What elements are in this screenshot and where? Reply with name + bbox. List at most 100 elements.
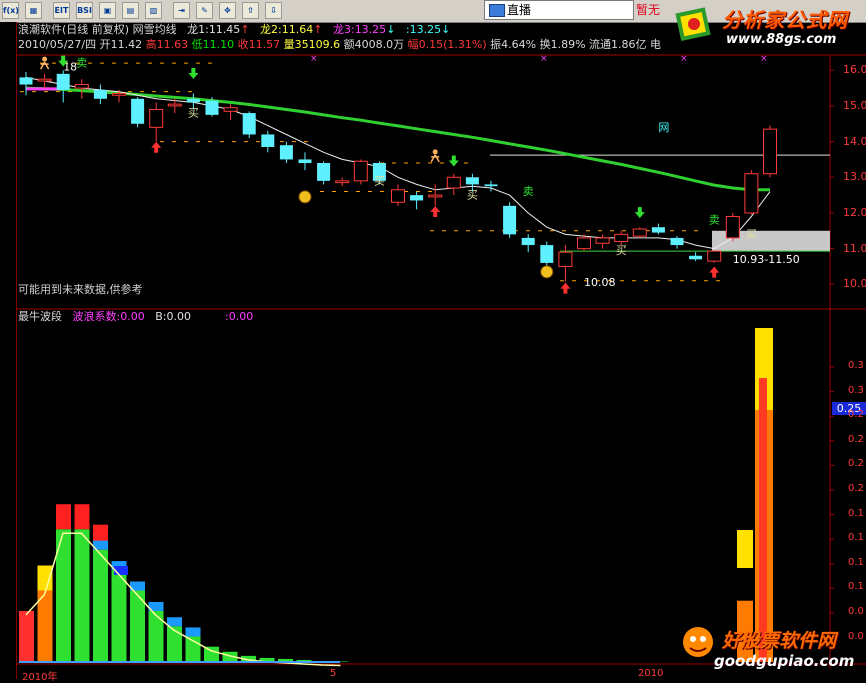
candle-body-down xyxy=(93,89,107,99)
y-tick-label: 10.0 xyxy=(843,277,866,291)
wave-bar xyxy=(19,610,34,662)
candle-body-down xyxy=(670,237,684,246)
y-tick-label: 11.0 xyxy=(843,241,866,255)
sub-y-tick-label: 0.1 xyxy=(848,581,864,593)
sub-y-tick-label: 0.2 xyxy=(848,458,864,470)
candle-body-up xyxy=(37,78,52,82)
up-arrow-icon xyxy=(709,266,720,278)
candle-body-up xyxy=(763,128,777,175)
candle-body-up xyxy=(725,216,740,239)
candle-body-up xyxy=(391,189,405,203)
buy-signal-label: 买 xyxy=(616,244,627,257)
sub-indicator-name: 最牛波段 波浪系数:0.00 B:0.00 xyxy=(18,310,191,324)
wave-bar xyxy=(167,626,182,662)
wave-bar-tip xyxy=(185,627,201,637)
buy-signal-label: 买 xyxy=(188,107,199,120)
wave-bar-tip xyxy=(167,617,182,627)
wave-bar xyxy=(93,549,108,662)
candle-body-up xyxy=(707,250,722,262)
sub-name: 最牛波段 xyxy=(18,310,62,323)
wave-curve xyxy=(25,532,341,667)
candle-body-down xyxy=(261,134,275,147)
candle-body-down xyxy=(242,113,256,135)
candle-body-up xyxy=(223,107,238,112)
sell-signal-label: 卖 xyxy=(76,57,87,70)
runner-icon xyxy=(432,149,438,155)
candle-body-up xyxy=(112,92,126,96)
coef-label: 波浪系数: xyxy=(72,310,121,323)
candle-body-down xyxy=(131,98,145,124)
candle-body-down xyxy=(465,177,479,185)
up-arrow-icon xyxy=(430,205,441,217)
chart-canvas: 买买买买买卖卖卖18网10.0810.93-11.50× × × × xyxy=(16,54,866,668)
candle-body-down xyxy=(205,100,219,115)
candle-body-down xyxy=(689,255,703,260)
wave-bar xyxy=(204,646,219,662)
runner-icon xyxy=(42,56,48,62)
candle-body-down xyxy=(484,184,498,187)
candle-body-up xyxy=(558,251,573,267)
sell-signal-label: 卖 xyxy=(709,214,720,227)
brand-logo-icon xyxy=(675,7,711,42)
candle-body-down xyxy=(410,195,424,201)
down-arrow-icon xyxy=(634,207,645,219)
candle-body-down xyxy=(279,145,293,160)
up-arrow-icon xyxy=(151,141,162,153)
sub-y-tick-label: 0.2 xyxy=(848,409,864,421)
brand-goodgupiao: 好股票软件网 goodgupiao.com xyxy=(676,620,866,676)
buy-signal-label: 买 xyxy=(374,174,385,187)
candle-body-down xyxy=(521,237,535,246)
sub-y-tick-label: 0.3 xyxy=(848,360,864,371)
sub-y-tick-label: 0.0 xyxy=(848,606,864,617)
candle-body-up xyxy=(744,173,759,214)
candle-body-down xyxy=(503,205,517,235)
runner-icon-body xyxy=(430,154,440,163)
sub-y-tick-label: 0.1 xyxy=(848,532,864,544)
sub-indicator-c: :0.00 xyxy=(225,310,253,324)
brand-top-url: www.88gs.com xyxy=(726,32,837,47)
buy-signal-label: 买 xyxy=(746,228,757,241)
candle-body-down xyxy=(317,163,331,181)
brand-top-title: 分析家公式网 xyxy=(722,8,848,32)
wave-bar xyxy=(111,570,127,662)
candle-body-up xyxy=(428,194,443,198)
brand-mascot-icon xyxy=(683,627,713,657)
marker-x-icon: × xyxy=(680,54,688,64)
sell-signal-label: 卖 xyxy=(523,185,534,198)
wave-bar xyxy=(74,529,90,662)
x-label-month: 5 xyxy=(330,668,337,679)
brand-bottom-title: 好股票软件网 xyxy=(722,630,837,652)
wave-bar-cap xyxy=(56,504,71,530)
y-tick-label: 14.0 xyxy=(843,134,866,148)
candle-body-up xyxy=(577,237,591,250)
brand-88gs: 分析家公式网 www.88gs.com xyxy=(668,2,866,52)
chart-annotation: 网 xyxy=(658,121,669,134)
candle-body-down xyxy=(19,77,33,85)
down-arrow-icon xyxy=(188,68,199,80)
money-bag-icon xyxy=(298,190,312,204)
candle-body-down xyxy=(298,159,312,164)
wave-bar xyxy=(37,590,53,662)
sub-y-tick-label: 0.1 xyxy=(848,556,864,568)
buy-signal-label: 买 xyxy=(467,189,478,202)
candle-body-up xyxy=(74,84,89,89)
brand-bottom-url: goodgupiao.com xyxy=(714,652,855,670)
candle-body-down xyxy=(186,98,200,103)
y-tick-label: 12.0 xyxy=(843,205,866,219)
candle-body-up xyxy=(149,109,164,128)
candle-body-up xyxy=(446,176,461,189)
c-value: 0.00 xyxy=(228,310,254,323)
b-value: 0.00 xyxy=(166,310,191,323)
sub-y-tick-label: 0.2 xyxy=(848,433,864,445)
candle-body-up xyxy=(632,228,647,237)
candle-body-down xyxy=(540,245,554,263)
wave-bar-right-cap xyxy=(737,530,753,568)
candle-body-up xyxy=(353,160,368,182)
down-arrow-icon xyxy=(448,155,459,167)
candle-body-up xyxy=(167,103,182,107)
money-bag-icon xyxy=(540,265,554,279)
candle-body-up xyxy=(595,237,610,244)
future-data-notice: 可能用到未来数据,供参考 xyxy=(18,283,143,296)
coef-value: 0.00 xyxy=(120,310,145,323)
candle-body-down xyxy=(56,73,70,90)
